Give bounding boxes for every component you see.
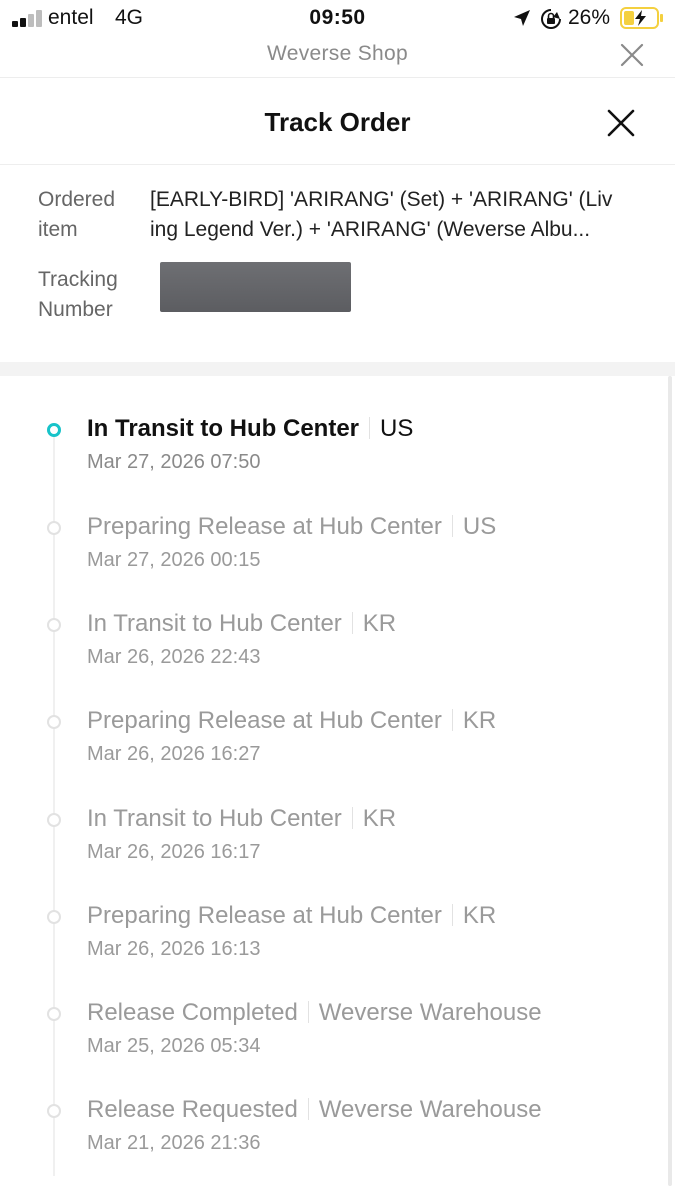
- event-date: Mar 27, 2026 07:50: [87, 451, 261, 473]
- event-location: KR: [362, 610, 397, 637]
- ordered-item-line: ing Legend Ver.) + 'ARIRANG' (Weverse Al…: [150, 218, 591, 241]
- timeline-dot-icon: [47, 423, 61, 437]
- divider: [369, 417, 371, 439]
- timeline-event: Preparing Release at Hub Center KR Mar 26…: [0, 705, 675, 785]
- event-status: Preparing Release at Hub Center: [87, 902, 442, 929]
- tracking-number-label: Tracking Number: [38, 268, 118, 321]
- timeline-dot-icon: [47, 618, 61, 632]
- divider: [451, 904, 453, 926]
- event-status: Release Requested: [87, 1096, 298, 1123]
- event-status: Preparing Release at Hub Center: [87, 513, 442, 540]
- divider: [451, 515, 453, 537]
- event-date: Mar 27, 2026 00:15: [87, 549, 261, 571]
- event-date: Mar 21, 2026 21:36: [87, 1132, 261, 1154]
- divider: [307, 1001, 309, 1023]
- timeline-event: Preparing Release at Hub Center KR Mar 26…: [0, 900, 675, 980]
- timeline-dot-icon: [47, 910, 61, 924]
- event-date: Mar 26, 2026 16:17: [87, 841, 261, 863]
- ordered-item-value: [EARLY-BIRD] 'ARIRANG' (Set) + 'ARIRANG'…: [150, 185, 650, 245]
- battery-charging-icon: [620, 7, 663, 29]
- ordered-item-label: Ordered item: [38, 188, 116, 241]
- timeline-dot-icon: [47, 1007, 61, 1021]
- event-date: Mar 26, 2026 16:27: [87, 743, 261, 765]
- event-status: Release Completed: [87, 999, 298, 1026]
- tracking-timeline: In Transit to Hub Center US Mar 27, 2026 …: [0, 376, 675, 1200]
- timeline-event: Release Completed Weverse Warehouse Mar 2…: [0, 997, 675, 1077]
- timeline-event: In Transit to Hub Center KR Mar 26, 2026 …: [0, 803, 675, 883]
- event-location: KR: [462, 707, 497, 734]
- modal-header: Track Order: [0, 80, 675, 165]
- event-location: US: [462, 513, 497, 540]
- page-title: Track Order: [264, 107, 411, 137]
- timeline-event: Preparing Release at Hub Center US Mar 27…: [0, 511, 675, 591]
- event-date: Mar 25, 2026 05:34: [87, 1035, 261, 1057]
- timeline-dot-icon: [47, 521, 61, 535]
- event-location: Weverse Warehouse: [318, 999, 542, 1026]
- close-icon[interactable]: [619, 42, 645, 68]
- section-divider: [0, 362, 675, 376]
- timeline-event: In Transit to Hub Center US Mar 27, 2026 …: [0, 413, 675, 493]
- tracking-number-redacted: [160, 262, 351, 312]
- divider: [351, 807, 353, 829]
- location-arrow-icon: [514, 10, 530, 26]
- event-date: Mar 26, 2026 16:13: [87, 938, 261, 960]
- status-bar: entel 4G 09:50 26%: [0, 0, 675, 38]
- event-status: In Transit to Hub Center: [87, 805, 342, 832]
- event-location: KR: [362, 805, 397, 832]
- event-location: US: [380, 415, 414, 442]
- event-location: Weverse Warehouse: [318, 1096, 542, 1123]
- close-icon[interactable]: [606, 108, 636, 138]
- webview-header: Weverse Shop: [0, 38, 675, 78]
- timeline-dot-icon: [47, 1104, 61, 1118]
- event-location: KR: [462, 902, 497, 929]
- timeline-event: Release Requested Weverse Warehouse Mar 2…: [0, 1094, 675, 1174]
- divider: [307, 1098, 309, 1120]
- rotation-lock-icon: [541, 9, 561, 29]
- timeline-dot-icon: [47, 813, 61, 827]
- webview-title: Weverse Shop: [267, 42, 408, 65]
- scrollbar[interactable]: [668, 376, 672, 1186]
- timeline-event: In Transit to Hub Center KR Mar 26, 2026 …: [0, 608, 675, 688]
- event-status: In Transit to Hub Center: [87, 415, 360, 442]
- event-status: In Transit to Hub Center: [87, 610, 342, 637]
- battery-percent: 26%: [568, 6, 611, 29]
- event-date: Mar 26, 2026 22:43: [87, 646, 261, 668]
- divider: [351, 612, 353, 634]
- ordered-item-line: [EARLY-BIRD] 'ARIRANG' (Set) + 'ARIRANG'…: [150, 188, 613, 211]
- event-status: Preparing Release at Hub Center: [87, 707, 442, 734]
- divider: [451, 709, 453, 731]
- timeline-dot-icon: [47, 715, 61, 729]
